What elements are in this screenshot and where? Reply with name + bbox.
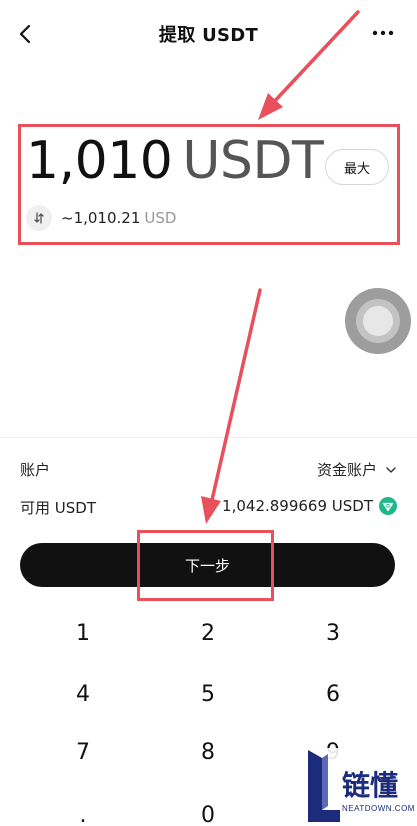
assistive-touch-button[interactable] <box>345 288 411 354</box>
account-label: 账户 <box>20 461 51 479</box>
available-row: 可用 USDT 1,042.899669 USDT <box>20 497 397 519</box>
watermark-site: NEATDOWN.COM <box>342 804 415 813</box>
account-selector[interactable]: 资金账户 <box>317 459 397 480</box>
available-value: 1,042.899669 USDT <box>222 497 373 515</box>
gem-icon <box>379 497 397 515</box>
keypad-key-8[interactable]: 8 <box>168 731 248 775</box>
keypad-key-1[interactable]: 1 <box>43 612 123 656</box>
account-value: 资金账户 <box>316 461 377 479</box>
max-button[interactable]: 最大 <box>325 149 389 185</box>
keypad-key-3[interactable]: 3 <box>293 612 373 656</box>
swap-arrows-icon <box>34 212 44 224</box>
keypad-key-0[interactable]: 0 <box>168 794 248 826</box>
chevron-down-icon <box>386 466 396 473</box>
divider <box>0 437 417 438</box>
available-balance: 1,042.899669 USDT <box>222 497 397 515</box>
page-title: 提取 USDT <box>158 25 259 46</box>
nav-bar: 提取 USDT <box>0 0 417 66</box>
account-row: 账户 资金账户 <box>20 459 397 481</box>
fiat-currency: USD <box>144 209 177 227</box>
keypad-key-7[interactable]: 7 <box>43 731 123 775</box>
amount-display[interactable]: 1,010 USDT <box>26 135 324 187</box>
amount-annotation-box: 1,010 USDT 最大 ~1,010.21 USD <box>18 124 400 245</box>
keypad-key-5[interactable]: 5 <box>168 673 248 717</box>
keypad-key-4[interactable]: 4 <box>43 673 123 717</box>
available-label: 可用 USDT <box>20 499 96 517</box>
amount-value: 1,010 <box>26 131 173 191</box>
fiat-value: ~1,010.21 <box>61 209 141 227</box>
fiat-estimate: ~1,010.21 USD <box>61 209 176 227</box>
more-dots-icon[interactable] <box>371 26 395 40</box>
watermark-brand: 链懂 <box>342 769 399 802</box>
next-annotation-box <box>137 530 274 601</box>
arrow-to-next <box>201 288 262 524</box>
amount-currency: USDT <box>182 131 324 191</box>
swap-currency-button[interactable] <box>26 205 52 231</box>
keypad-key-6[interactable]: 6 <box>293 673 373 717</box>
keypad-key-2[interactable]: 2 <box>168 612 248 656</box>
keypad-key-dot[interactable]: . <box>43 794 123 826</box>
